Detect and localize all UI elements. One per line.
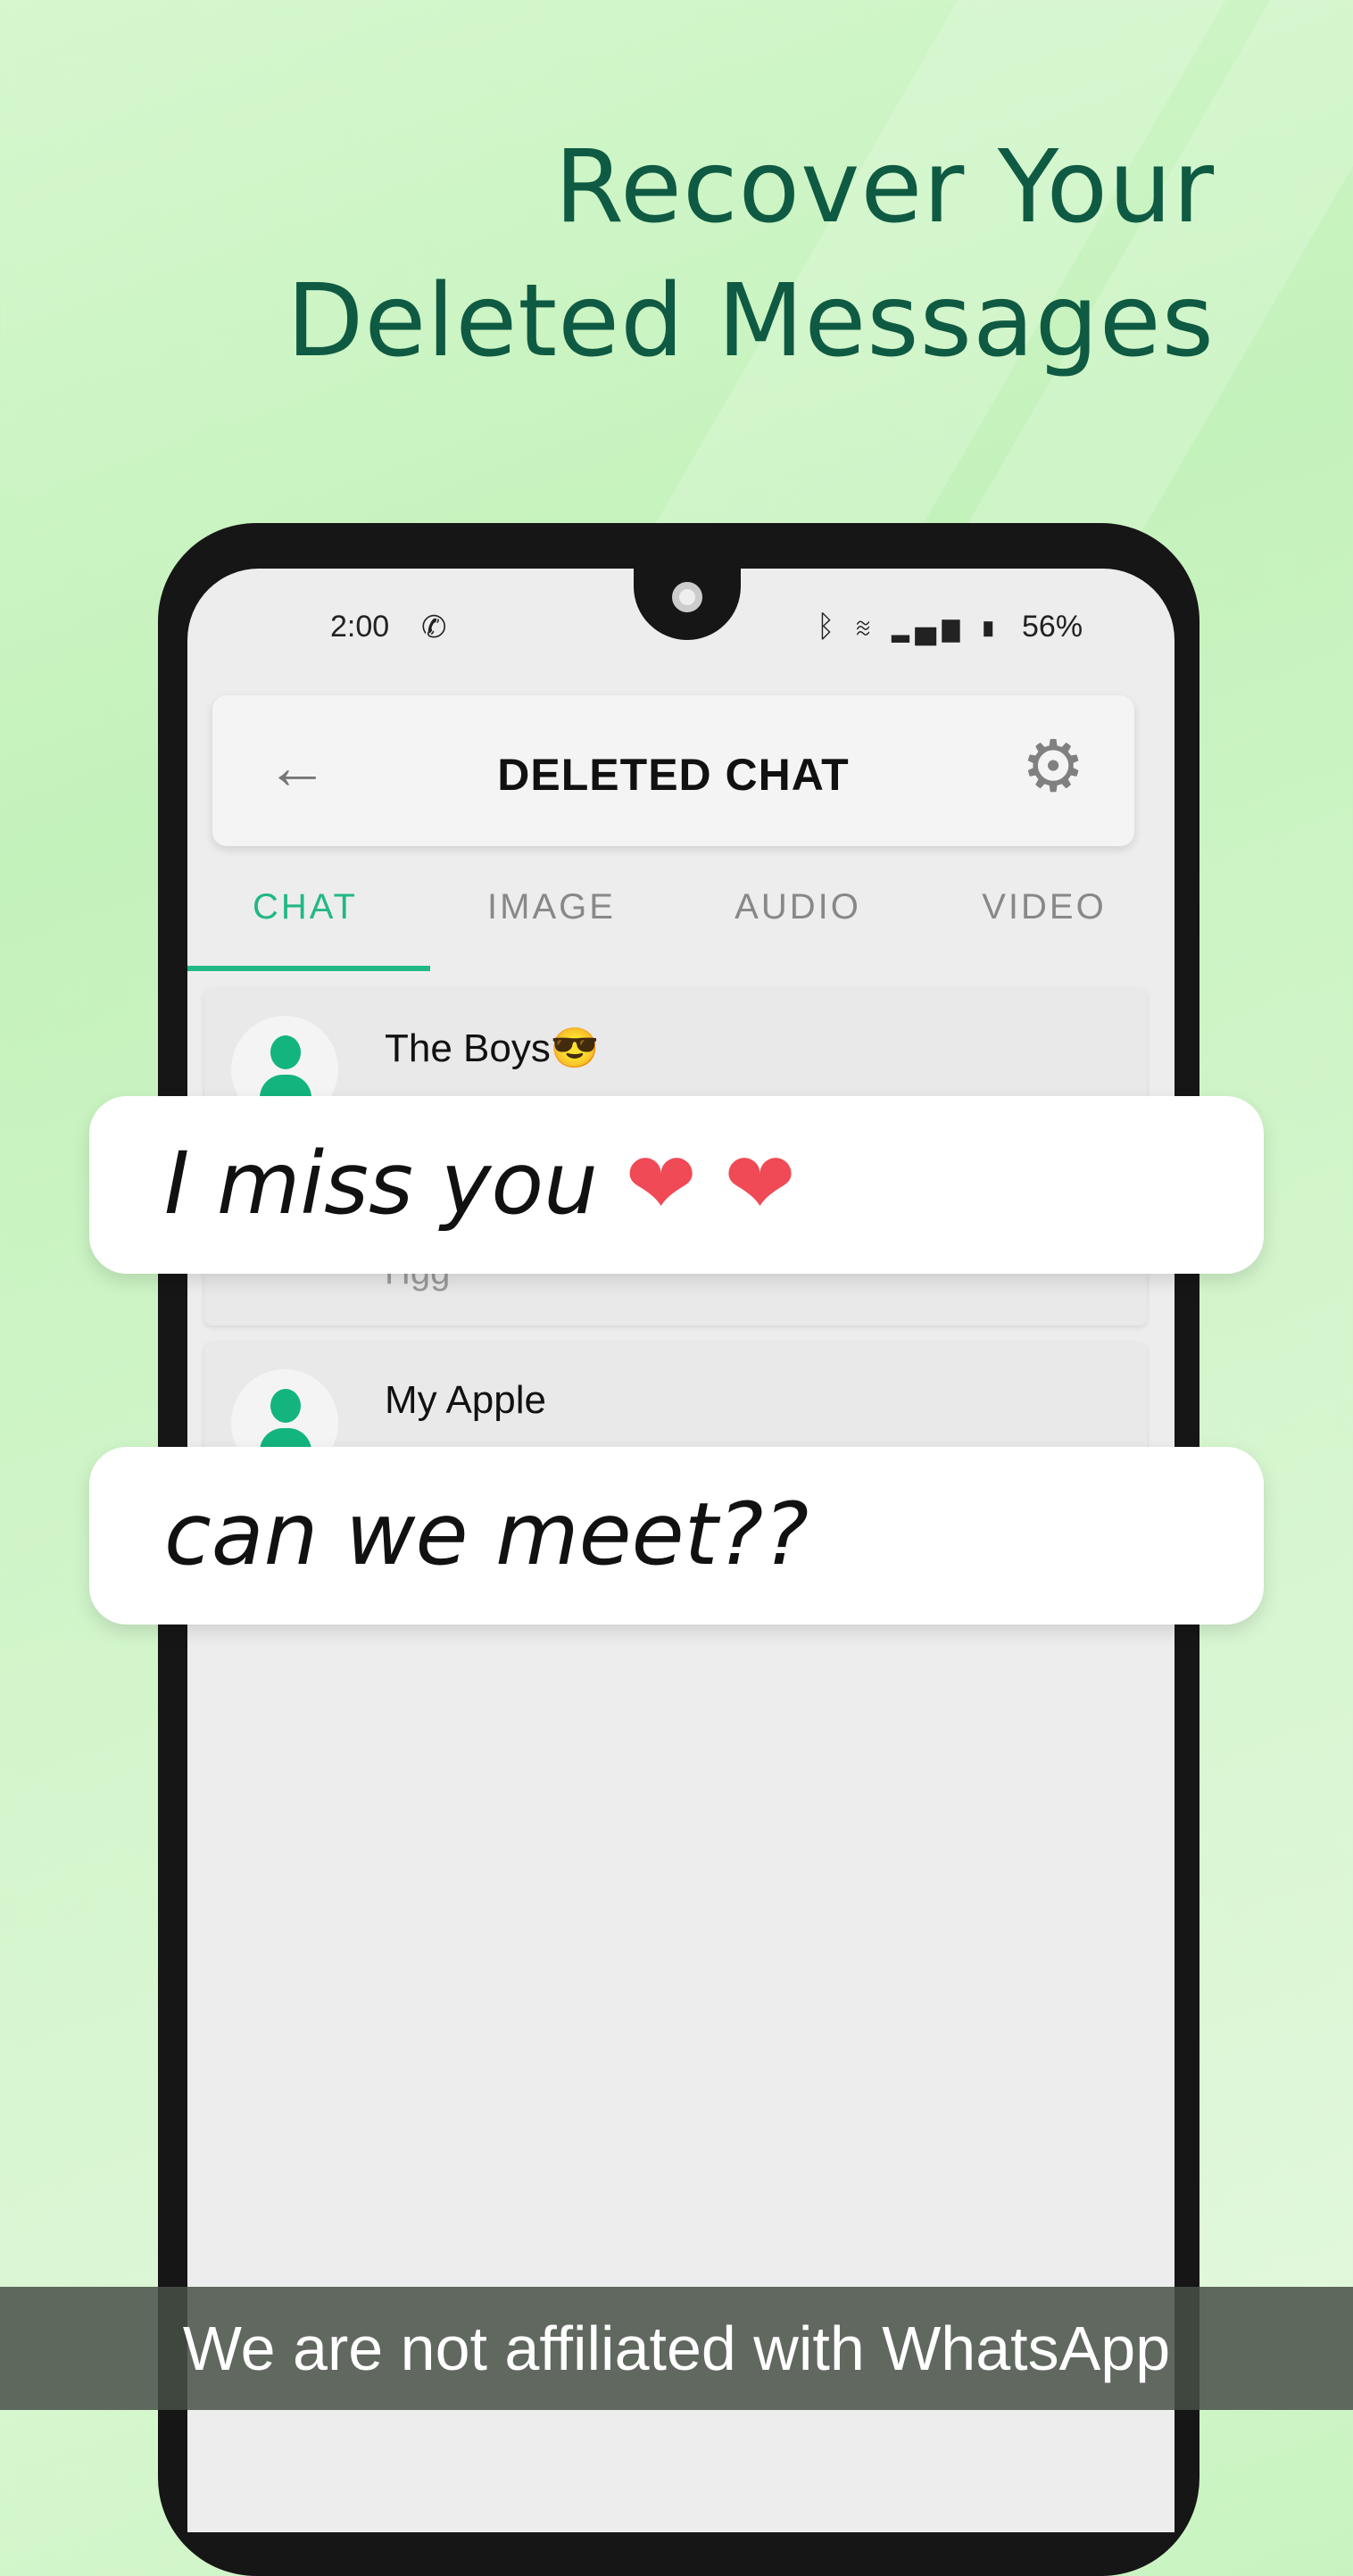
bluetooth-icon: ᛒ — [817, 610, 841, 644]
battery-icon: ▮ — [979, 610, 1003, 644]
heart-icon: ❤ ❤ — [625, 1134, 796, 1234]
camera-icon — [672, 582, 702, 612]
status-icons: ᛒ ≋ ▂▄▆ ▮ — [817, 610, 1002, 644]
wifi-icon: ≋ — [853, 610, 878, 644]
whatsapp-icon: ✆ — [421, 611, 447, 644]
chat-name: The Boys😎 — [385, 1026, 600, 1070]
message-bubble: I miss you ❤ ❤ — [89, 1096, 1264, 1274]
toolbar-title: DELETED CHAT — [497, 750, 850, 800]
battery-percent: 56% — [1022, 610, 1083, 644]
tab-video[interactable]: VIDEO — [921, 887, 1167, 927]
status-time: 2:00 — [330, 610, 390, 644]
headline-line-2: Deleted Messages — [286, 263, 1215, 379]
message-text: can we meet?? — [164, 1484, 809, 1584]
tab-chat[interactable]: CHAT — [187, 887, 428, 927]
tab-audio[interactable]: AUDIO — [675, 887, 921, 927]
signal-icon: ▂▄▆ — [891, 610, 966, 644]
gear-icon[interactable]: ⚙ — [1021, 731, 1085, 802]
tab-image[interactable]: IMAGE — [428, 887, 675, 927]
camera-notch — [634, 569, 741, 640]
headline: Recover Your Deleted Messages — [286, 120, 1215, 388]
message-text: I miss you — [164, 1134, 598, 1234]
disclaimer-banner: We are not affiliated with WhatsApp — [0, 2287, 1353, 2410]
chat-name: My Apple — [385, 1378, 546, 1422]
headline-line-1: Recover Your — [554, 129, 1215, 245]
toolbar: ← DELETED CHAT ⚙ — [212, 695, 1134, 846]
message-bubble: can we meet?? — [89, 1447, 1264, 1625]
tab-indicator — [187, 966, 430, 971]
